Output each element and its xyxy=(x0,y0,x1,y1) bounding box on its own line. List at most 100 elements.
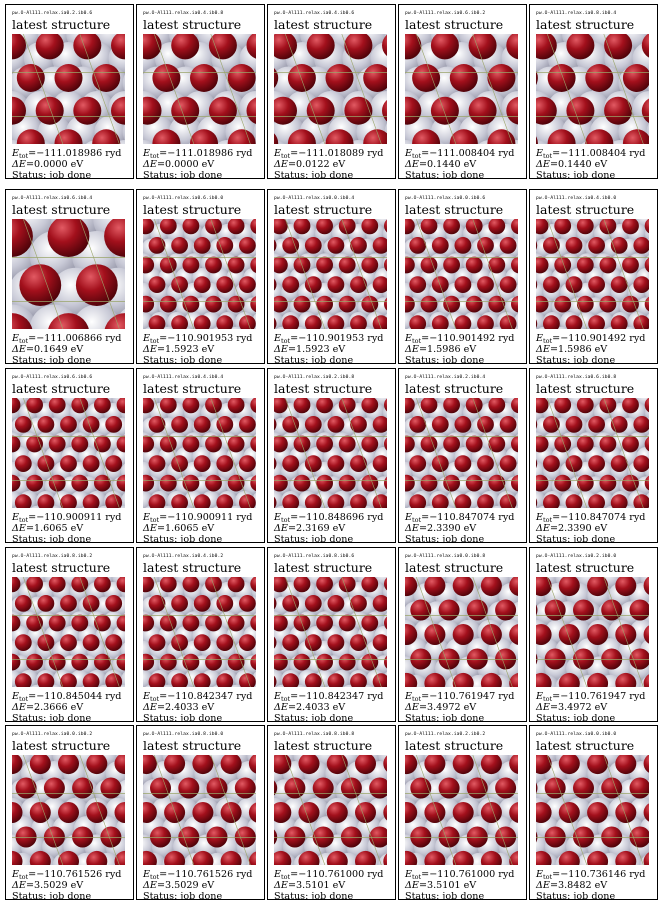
delta-value: 2.3169 xyxy=(295,523,330,534)
oxygen-atom xyxy=(205,474,222,492)
oxygen-atom xyxy=(37,595,55,612)
job-status: Status: job done xyxy=(405,170,484,178)
atomic-structure-render xyxy=(12,219,125,329)
oxygen-atom xyxy=(48,614,66,632)
energy-symbol: E xyxy=(536,869,544,880)
status-prefix: Status: xyxy=(274,713,309,722)
delta-unit: eV xyxy=(463,702,477,713)
calc-title: pw.O-Al111.relax.ia0.8.ib0.0 xyxy=(143,732,224,737)
job-status: Status: job done xyxy=(405,713,484,722)
delta-value: 0.0122 xyxy=(295,159,330,170)
calc-title: pw.O-Al111.relax.ia0.6.ib0.8 xyxy=(536,375,617,380)
status-prefix: Status: xyxy=(536,355,571,364)
oxygen-atom xyxy=(193,416,211,433)
atomic-structure-render xyxy=(12,755,125,865)
energy-value: −110.842347 xyxy=(298,691,365,702)
energy-unit: ryd xyxy=(105,148,122,159)
oxygen-atom xyxy=(60,634,77,651)
energy-symbol: E xyxy=(536,512,544,523)
status-prefix: Status: xyxy=(143,355,178,364)
oxygen-atom xyxy=(350,237,367,254)
oxygen-atom xyxy=(182,435,200,453)
oxygen-atom xyxy=(205,653,222,671)
energy-value: −110.847074 xyxy=(429,512,496,523)
oxygen-atom xyxy=(599,295,617,313)
delta-energy: ΔE=0.1440 eV xyxy=(536,159,608,170)
oxygen-atom xyxy=(150,826,171,848)
energy-symbol: E xyxy=(405,333,413,344)
delta-symbol: ΔE xyxy=(274,523,288,534)
delta-value: 1.6065 xyxy=(33,523,68,534)
delta-value: 3.5101 xyxy=(295,880,330,891)
oxygen-atom xyxy=(454,237,472,254)
oxygen-atom xyxy=(443,256,460,274)
oxygen-atom xyxy=(227,256,245,274)
oxygen-atom xyxy=(438,599,460,621)
structure-card: pw.O-Al111.relax.ia0.4.ib0.4 latest stru… xyxy=(136,368,265,543)
structure-card: pw.O-Al111.relax.ia0.4.ib0.6 latest stru… xyxy=(267,4,396,179)
oxygen-atom xyxy=(615,802,637,823)
oxygen-atom xyxy=(239,455,256,472)
structure-image xyxy=(12,398,125,508)
calc-title: pw.O-Al111.relax.ia0.6.ib0.0 xyxy=(143,196,224,201)
job-status: Status: job done xyxy=(536,355,615,364)
energy-symbol: E xyxy=(405,148,413,159)
oxygen-atom xyxy=(499,237,517,254)
status-value: job done xyxy=(573,534,616,543)
oxygen-atom xyxy=(466,826,488,848)
oxygen-atom xyxy=(488,474,506,492)
oxygen-atom xyxy=(409,276,427,293)
delta-energy: ΔE=0.0000 eV xyxy=(143,159,215,170)
energy-symbol: E xyxy=(405,691,413,702)
oxygen-atom xyxy=(325,64,354,92)
status-prefix: Status: xyxy=(405,534,440,543)
structure-card: pw.O-Al111.relax.ia0.8.ib0.6 latest stru… xyxy=(267,547,396,722)
delta-energy: ΔE=1.5986 eV xyxy=(536,344,608,355)
delta-energy: ΔE=2.3169 eV xyxy=(274,523,346,534)
delta-value: 0.0000 xyxy=(164,159,199,170)
atomic-structure-render xyxy=(274,34,387,144)
energy-value: −110.901492 xyxy=(429,333,496,344)
energy-unit: ryd xyxy=(367,333,384,344)
oxygen-atom xyxy=(495,648,517,670)
energy-unit: ryd xyxy=(105,691,122,702)
calc-title: pw.O-Al111.relax.ia0.6.ib0.6 xyxy=(12,375,93,380)
energy-unit: ryd xyxy=(629,333,646,344)
oxygen-atom xyxy=(554,256,572,274)
delta-energy: ΔE=0.0122 eV xyxy=(274,159,346,170)
oxygen-atom xyxy=(615,624,637,645)
oxygen-atom xyxy=(327,416,345,433)
oxygen-atom xyxy=(227,474,245,492)
delta-energy: ΔE=2.3390 eV xyxy=(536,523,608,534)
energy-symbol: E xyxy=(405,512,413,523)
oxygen-atom xyxy=(327,455,345,472)
oxygen-atom xyxy=(284,777,306,799)
oxygen-atom xyxy=(171,237,188,254)
atomic-structure-render xyxy=(274,219,387,329)
energy-unit: ryd xyxy=(105,333,122,344)
structure-card: pw.O-Al111.relax.ia0.0.ib0.8 latest stru… xyxy=(398,547,527,722)
oxygen-atom xyxy=(495,599,517,621)
energy-unit: ryd xyxy=(236,512,253,523)
energy-unit: ryd xyxy=(498,869,515,880)
oxygen-atom xyxy=(205,435,222,453)
oxygen-atom xyxy=(361,653,379,671)
energy-value: −110.761526 xyxy=(167,869,234,880)
calc-title: pw.O-Al111.relax.ia0.4.ib0.6 xyxy=(274,11,355,16)
oxygen-atom xyxy=(75,264,118,306)
status-prefix: Status: xyxy=(12,170,47,179)
structure-image xyxy=(274,755,387,865)
oxygen-atom xyxy=(171,455,188,472)
oxygen-atom xyxy=(410,826,432,848)
delta-value: 2.3390 xyxy=(426,523,461,534)
status-prefix: Status: xyxy=(405,713,440,722)
atomic-structure-render xyxy=(12,398,125,508)
energy-value: −110.845044 xyxy=(36,691,103,702)
oxygen-atom xyxy=(477,416,494,433)
status-prefix: Status: xyxy=(12,891,47,900)
latest-structure-label: latest structure xyxy=(405,381,504,396)
oxygen-atom xyxy=(100,777,122,799)
oxygen-atom xyxy=(585,64,614,92)
oxygen-atom xyxy=(282,455,300,472)
structure-image xyxy=(143,577,256,687)
